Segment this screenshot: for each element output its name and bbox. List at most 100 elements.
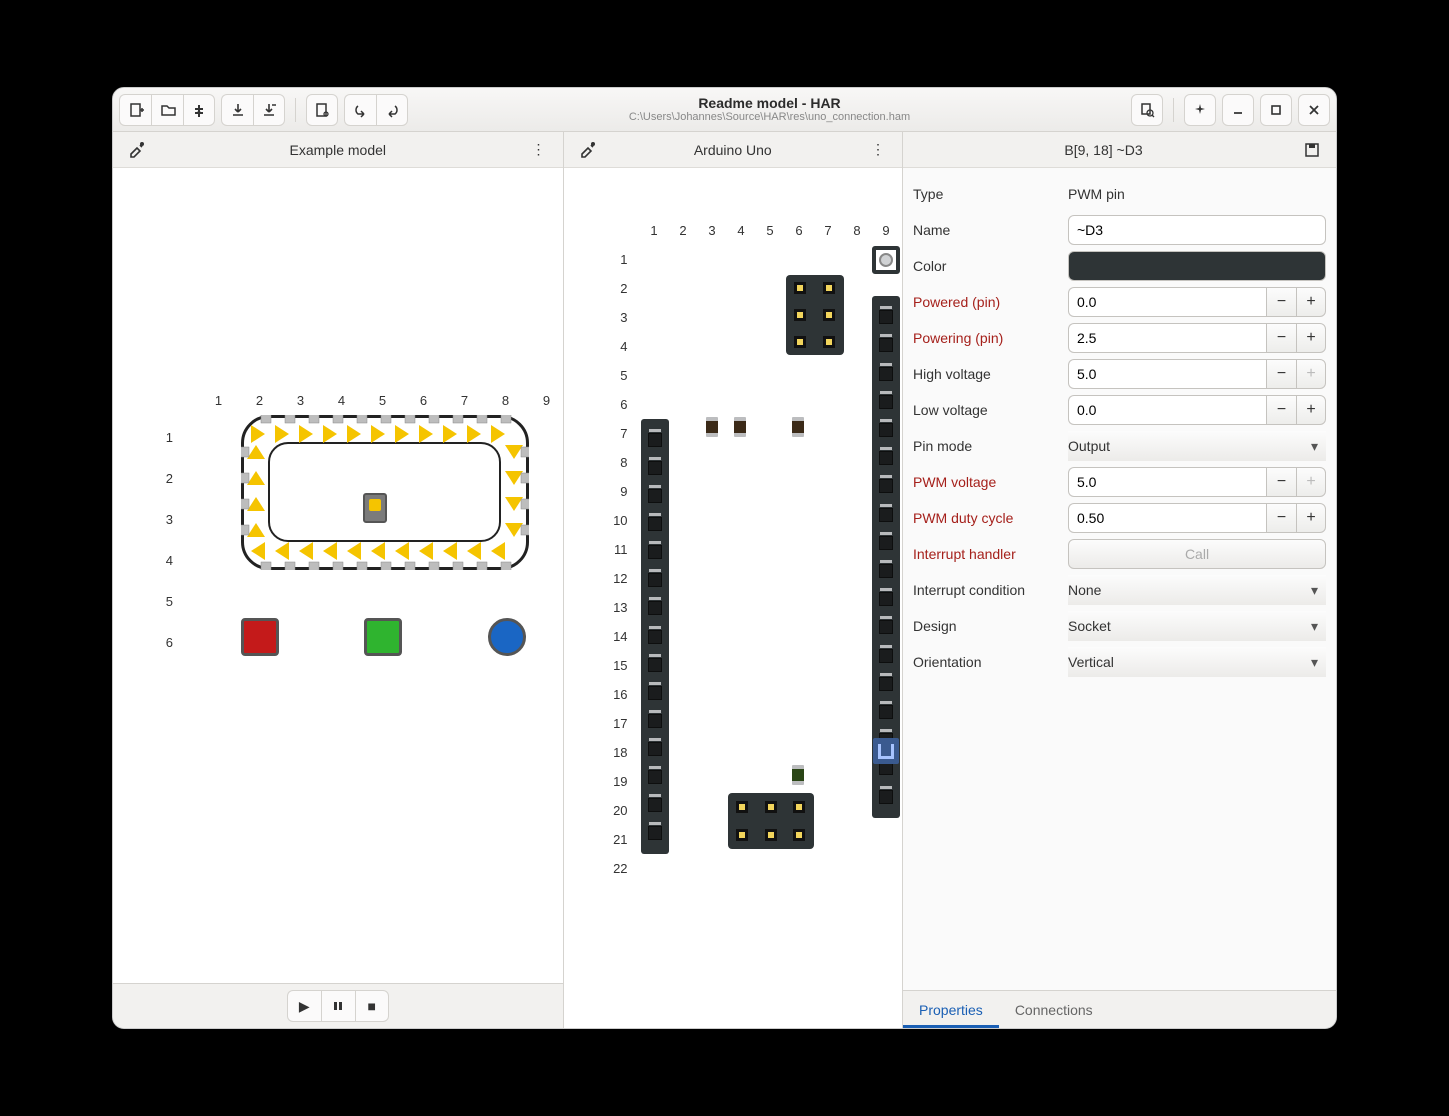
- irq-call-button[interactable]: Call: [1068, 539, 1326, 569]
- pwmv-input[interactable]: [1068, 467, 1266, 497]
- step-button[interactable]: [321, 990, 355, 1022]
- row-label: 20: [604, 796, 636, 825]
- irqh-label: Interrupt handler: [913, 546, 1058, 562]
- main-area: Example model ⋮ 1 2 3 4 5 6 7 8 9 1 2: [113, 132, 1336, 1028]
- tab-properties[interactable]: Properties: [903, 991, 999, 1028]
- undo-button[interactable]: [344, 94, 376, 126]
- screenshot-button[interactable]: [306, 94, 338, 126]
- lowv-minus[interactable]: −: [1266, 395, 1296, 425]
- cargo-item[interactable]: [363, 493, 387, 523]
- led-green[interactable]: [364, 618, 402, 656]
- col-label: 6: [785, 223, 814, 238]
- col-label: 9: [526, 393, 563, 408]
- tab-connections[interactable]: Connections: [999, 991, 1109, 1028]
- left-pane-canvas[interactable]: 1 2 3 4 5 6 7 8 9 1 2 3 4 5 6: [113, 168, 563, 983]
- irqc-select[interactable]: None: [1068, 575, 1326, 605]
- mid-pane-title: Arduino Uno: [604, 142, 862, 158]
- play-button[interactable]: ▶: [287, 990, 321, 1022]
- left-pane-tool-icon[interactable]: [121, 134, 153, 166]
- irqc-label: Interrupt condition: [913, 582, 1058, 598]
- crystal-icon[interactable]: [872, 246, 900, 274]
- row-label: 9: [604, 477, 636, 506]
- col-label: 7: [814, 223, 843, 238]
- powered-label: Powered (pin): [913, 294, 1058, 310]
- close-button[interactable]: [1298, 94, 1330, 126]
- smd-1[interactable]: [706, 417, 718, 437]
- pinmode-select[interactable]: Output: [1068, 431, 1326, 461]
- col-label: 1: [198, 393, 239, 408]
- new-file-button[interactable]: [119, 94, 151, 126]
- type-value: PWM pin: [1068, 179, 1125, 209]
- powering-minus[interactable]: −: [1266, 323, 1296, 353]
- mid-pane-tool-icon[interactable]: [572, 134, 604, 166]
- powered-input[interactable]: [1068, 287, 1266, 317]
- row-label: 14: [604, 622, 636, 651]
- ic-bottom[interactable]: [728, 793, 814, 849]
- design-select[interactable]: Socket: [1068, 611, 1326, 641]
- search-button[interactable]: [1131, 94, 1163, 126]
- app-window: Readme model - HAR C:\Users\Johannes\Sou…: [112, 87, 1337, 1029]
- row-label: 15: [604, 651, 636, 680]
- left-pane-menu-button[interactable]: ⋮: [523, 134, 555, 166]
- powering-input[interactable]: [1068, 323, 1266, 353]
- powered-plus[interactable]: +: [1296, 287, 1326, 317]
- col-label: 3: [280, 393, 321, 408]
- pin-strip-left[interactable]: [641, 419, 669, 854]
- smd-3[interactable]: [792, 417, 804, 437]
- col-label: 2: [239, 393, 280, 408]
- save-button[interactable]: [221, 94, 253, 126]
- redo-button[interactable]: [376, 94, 408, 126]
- ai-sparkle-button[interactable]: [1184, 94, 1216, 126]
- row-label: 3: [604, 303, 636, 332]
- highv-plus: +: [1296, 359, 1326, 389]
- pwmd-plus[interactable]: +: [1296, 503, 1326, 533]
- row-label: 21: [604, 825, 636, 854]
- selected-pin[interactable]: [873, 738, 899, 764]
- plugin-button[interactable]: [183, 94, 215, 126]
- save-props-button[interactable]: [1296, 134, 1328, 166]
- led-blue[interactable]: [488, 618, 526, 656]
- row-label: 16: [604, 680, 636, 709]
- ic-top[interactable]: [786, 275, 844, 355]
- row-label: 8: [604, 448, 636, 477]
- pwmd-minus[interactable]: −: [1266, 503, 1296, 533]
- right-pane-tabs: Properties Connections: [903, 990, 1336, 1028]
- row-label: 1: [153, 423, 181, 464]
- lowv-input[interactable]: [1068, 395, 1266, 425]
- maximize-button[interactable]: [1260, 94, 1292, 126]
- powered-minus[interactable]: −: [1266, 287, 1296, 317]
- orient-select[interactable]: Vertical: [1068, 647, 1326, 677]
- mid-pane-canvas[interactable]: 1 2 3 4 5 6 7 8 9 1234567891011121314151…: [564, 168, 902, 1028]
- stop-button[interactable]: ■: [355, 990, 389, 1022]
- pwmv-minus[interactable]: −: [1266, 467, 1296, 497]
- name-input[interactable]: [1068, 215, 1326, 245]
- smd-2[interactable]: [734, 417, 746, 437]
- save-as-button[interactable]: [253, 94, 285, 126]
- pwmv-label: PWM voltage: [913, 474, 1058, 490]
- col-label: 8: [843, 223, 872, 238]
- orient-label: Orientation: [913, 654, 1058, 670]
- lowv-label: Low voltage: [913, 402, 1058, 418]
- row-label: 18: [604, 738, 636, 767]
- col-label: 7: [444, 393, 485, 408]
- row-label: 17: [604, 709, 636, 738]
- open-file-button[interactable]: [151, 94, 183, 126]
- col-label: 1: [640, 223, 669, 238]
- pwmd-input[interactable]: [1068, 503, 1266, 533]
- color-picker[interactable]: [1068, 251, 1326, 281]
- smd-led[interactable]: [792, 765, 804, 785]
- lowv-plus[interactable]: +: [1296, 395, 1326, 425]
- highv-input[interactable]: [1068, 359, 1266, 389]
- col-label: 3: [698, 223, 727, 238]
- powering-plus[interactable]: +: [1296, 323, 1326, 353]
- minimize-button[interactable]: [1222, 94, 1254, 126]
- row-label: 11: [604, 535, 636, 564]
- highv-minus[interactable]: −: [1266, 359, 1296, 389]
- window-subtitle: C:\Users\Johannes\Source\HAR\res\uno_con…: [408, 111, 1131, 123]
- row-label: 7: [604, 419, 636, 448]
- mid-pane-menu-button[interactable]: ⋮: [862, 134, 894, 166]
- row-label: 22: [604, 854, 636, 883]
- pinmode-label: Pin mode: [913, 438, 1058, 454]
- led-red[interactable]: [241, 618, 279, 656]
- type-label: Type: [913, 186, 1058, 202]
